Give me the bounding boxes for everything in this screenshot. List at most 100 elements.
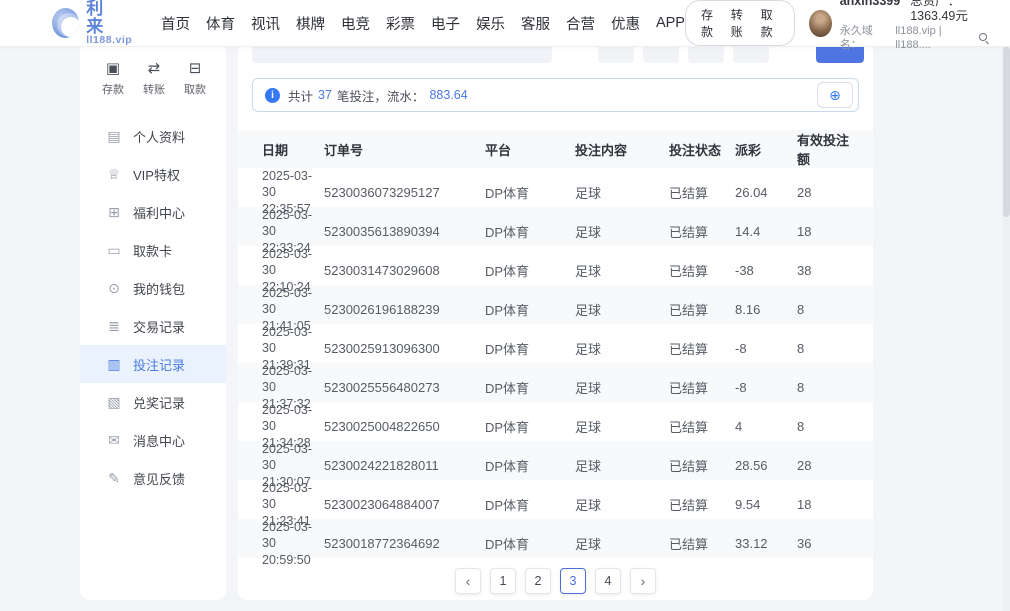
- cell-bet-status: 已结算: [669, 300, 735, 319]
- total-assets: 总资产： 1363.49元: [910, 0, 990, 25]
- cell-valid-bet: 38: [797, 263, 849, 278]
- sidebar-item[interactable]: ⊞ 福利中心: [80, 193, 226, 231]
- search-icon[interactable]: [979, 33, 990, 44]
- shortcut-label: 转账: [143, 81, 165, 97]
- shortcut-item[interactable]: ▣ 存款: [102, 60, 124, 97]
- bets-table: 日期订单号平台投注内容投注状态派彩有效投注额 2025-03-30 22:35:…: [238, 130, 873, 558]
- summary-bar: 共计 37 笔投注，流水： 883.64: [252, 78, 859, 112]
- table-header-cell: 平台: [485, 140, 575, 159]
- cell-valid-bet: 8: [797, 302, 849, 317]
- sidebar-item-label: 取款卡: [133, 241, 172, 260]
- sidebar-item-label: 个人资料: [133, 127, 185, 146]
- sidebar-item[interactable]: ▧ 兑奖记录: [80, 383, 226, 421]
- scrollbar-thumb[interactable]: [1003, 47, 1010, 217]
- cell-valid-bet: 8: [797, 419, 849, 434]
- table-row: 2025-03-30 21:37:32 5230025556480273 DP体…: [238, 363, 873, 402]
- page-number-button[interactable]: 2: [525, 568, 551, 594]
- sidebar-item[interactable]: ▥ 投注记录: [80, 345, 226, 383]
- sidebar-item-label: 消息中心: [133, 431, 185, 450]
- user-avatar[interactable]: [809, 10, 831, 37]
- table-header-row: 日期订单号平台投注内容投注状态派彩有效投注额: [238, 130, 873, 168]
- nav-item[interactable]: APP: [656, 15, 685, 31]
- profile-icon: ▤: [106, 128, 122, 145]
- scrollbar-track[interactable]: [1003, 0, 1010, 611]
- cell-bet-content: 足球: [575, 417, 669, 436]
- redeem-record-icon: ▧: [106, 394, 122, 411]
- brand-logo[interactable]: 利 来 ll188.vip: [52, 0, 135, 46]
- quick-action-link[interactable]: 存款: [701, 6, 720, 40]
- table-row: 2025-03-30 21:39:31 5230025913096300 DP体…: [238, 324, 873, 363]
- brand-domain: ll188.vip: [86, 35, 135, 46]
- sidebar-item[interactable]: ♕ VIP特权: [80, 155, 226, 193]
- cell-order-number: 5230025913096300: [324, 341, 485, 356]
- cell-bet-content: 足球: [575, 534, 669, 553]
- cell-payout: -8: [735, 341, 797, 356]
- table-row: 2025-03-30 21:23:41 5230023064884007 DP体…: [238, 480, 873, 519]
- sidebar-item-label: 福利中心: [133, 203, 185, 222]
- permanent-domain-value: ll188.vip | ll188....: [895, 25, 976, 53]
- table-row: 2025-03-30 22:33:24 5230035613890394 DP体…: [238, 207, 873, 246]
- cell-order-number: 5230036073295127: [324, 185, 485, 200]
- pagination: ‹ 1234 ›: [238, 568, 873, 594]
- nav-item[interactable]: 彩票: [386, 13, 415, 34]
- user-block[interactable]: anxin3399 总资产： 1363.49元 永久域名： ll188.vip …: [809, 0, 990, 52]
- bet-count: 37: [318, 88, 332, 102]
- quick-filter-button[interactable]: [598, 47, 634, 63]
- page-next-button[interactable]: ›: [630, 568, 656, 594]
- cell-payout: 4: [735, 419, 797, 434]
- nav-item[interactable]: 电竞: [341, 13, 370, 34]
- quick-filter-button[interactable]: [643, 47, 679, 63]
- shortcut-item[interactable]: ⇄ 转账: [143, 60, 165, 97]
- nav-item[interactable]: 电子: [431, 13, 460, 34]
- table-body: 2025-03-30 22:35:57 5230036073295127 DP体…: [238, 168, 873, 558]
- cell-valid-bet: 18: [797, 497, 849, 512]
- cell-order-number: 5230018772364692: [324, 536, 485, 551]
- page: 利 来 ll188.vip 首页体育视讯棋牌电竞彩票电子娱乐客服合营优惠APP …: [0, 0, 1010, 611]
- sidebar-item[interactable]: ⊙ 我的钱包: [80, 269, 226, 307]
- cell-date: 2025-03-30 20:59:50: [262, 519, 324, 568]
- quick-action-link[interactable]: 取款: [761, 6, 780, 40]
- quick-action-link[interactable]: 转账: [731, 6, 750, 40]
- plus-circle-icon: [829, 88, 841, 102]
- cell-bet-content: 足球: [575, 222, 669, 241]
- shortcut-item[interactable]: ⊟ 取款: [184, 60, 206, 97]
- nav-item[interactable]: 棋牌: [296, 13, 325, 34]
- sidebar-item-label: VIP特权: [133, 165, 180, 184]
- cell-payout: -38: [735, 263, 797, 278]
- page-number-button[interactable]: 4: [595, 568, 621, 594]
- expand-button[interactable]: [817, 82, 853, 108]
- page-prev-button[interactable]: ‹: [455, 568, 481, 594]
- nav-item[interactable]: 合营: [566, 13, 595, 34]
- summary-middle: 笔投注，流水：: [337, 86, 425, 105]
- page-number-button[interactable]: 3: [560, 568, 586, 594]
- cell-payout: 28.56: [735, 458, 797, 473]
- cell-payout: 8.16: [735, 302, 797, 317]
- cell-bet-status: 已结算: [669, 261, 735, 280]
- sidebar-item[interactable]: ✎ 意见反馈: [80, 459, 226, 497]
- cell-platform: DP体育: [485, 300, 575, 319]
- bank-card-icon: ▭: [106, 242, 122, 259]
- nav-item[interactable]: 客服: [521, 13, 550, 34]
- sidebar-item[interactable]: ▤ 个人资料: [80, 117, 226, 155]
- turnover-value: 883.64: [429, 88, 467, 102]
- nav-item[interactable]: 娱乐: [476, 13, 505, 34]
- nav-item[interactable]: 首页: [161, 13, 190, 34]
- cell-order-number: 5230025004822650: [324, 419, 485, 434]
- deposit-icon: ▣: [106, 60, 120, 78]
- sidebar-item[interactable]: ▭ 取款卡: [80, 231, 226, 269]
- cell-bet-content: 足球: [575, 378, 669, 397]
- cell-bet-status: 已结算: [669, 417, 735, 436]
- table-header-cell: 日期: [262, 140, 324, 159]
- nav-item[interactable]: 体育: [206, 13, 235, 34]
- nav-item[interactable]: 视讯: [251, 13, 280, 34]
- table-header-cell: 有效投注额: [797, 130, 849, 168]
- sidebar-item[interactable]: ≣ 交易记录: [80, 307, 226, 345]
- nav-item[interactable]: 优惠: [611, 13, 640, 34]
- page-number-button[interactable]: 1: [490, 568, 516, 594]
- gift-icon: ⊞: [106, 204, 122, 221]
- sidebar-item[interactable]: ✉ 消息中心: [80, 421, 226, 459]
- cell-valid-bet: 8: [797, 380, 849, 395]
- cell-order-number: 5230031473029608: [324, 263, 485, 278]
- date-range-input[interactable]: [252, 47, 552, 63]
- table-row: 2025-03-30 22:35:57 5230036073295127 DP体…: [238, 168, 873, 207]
